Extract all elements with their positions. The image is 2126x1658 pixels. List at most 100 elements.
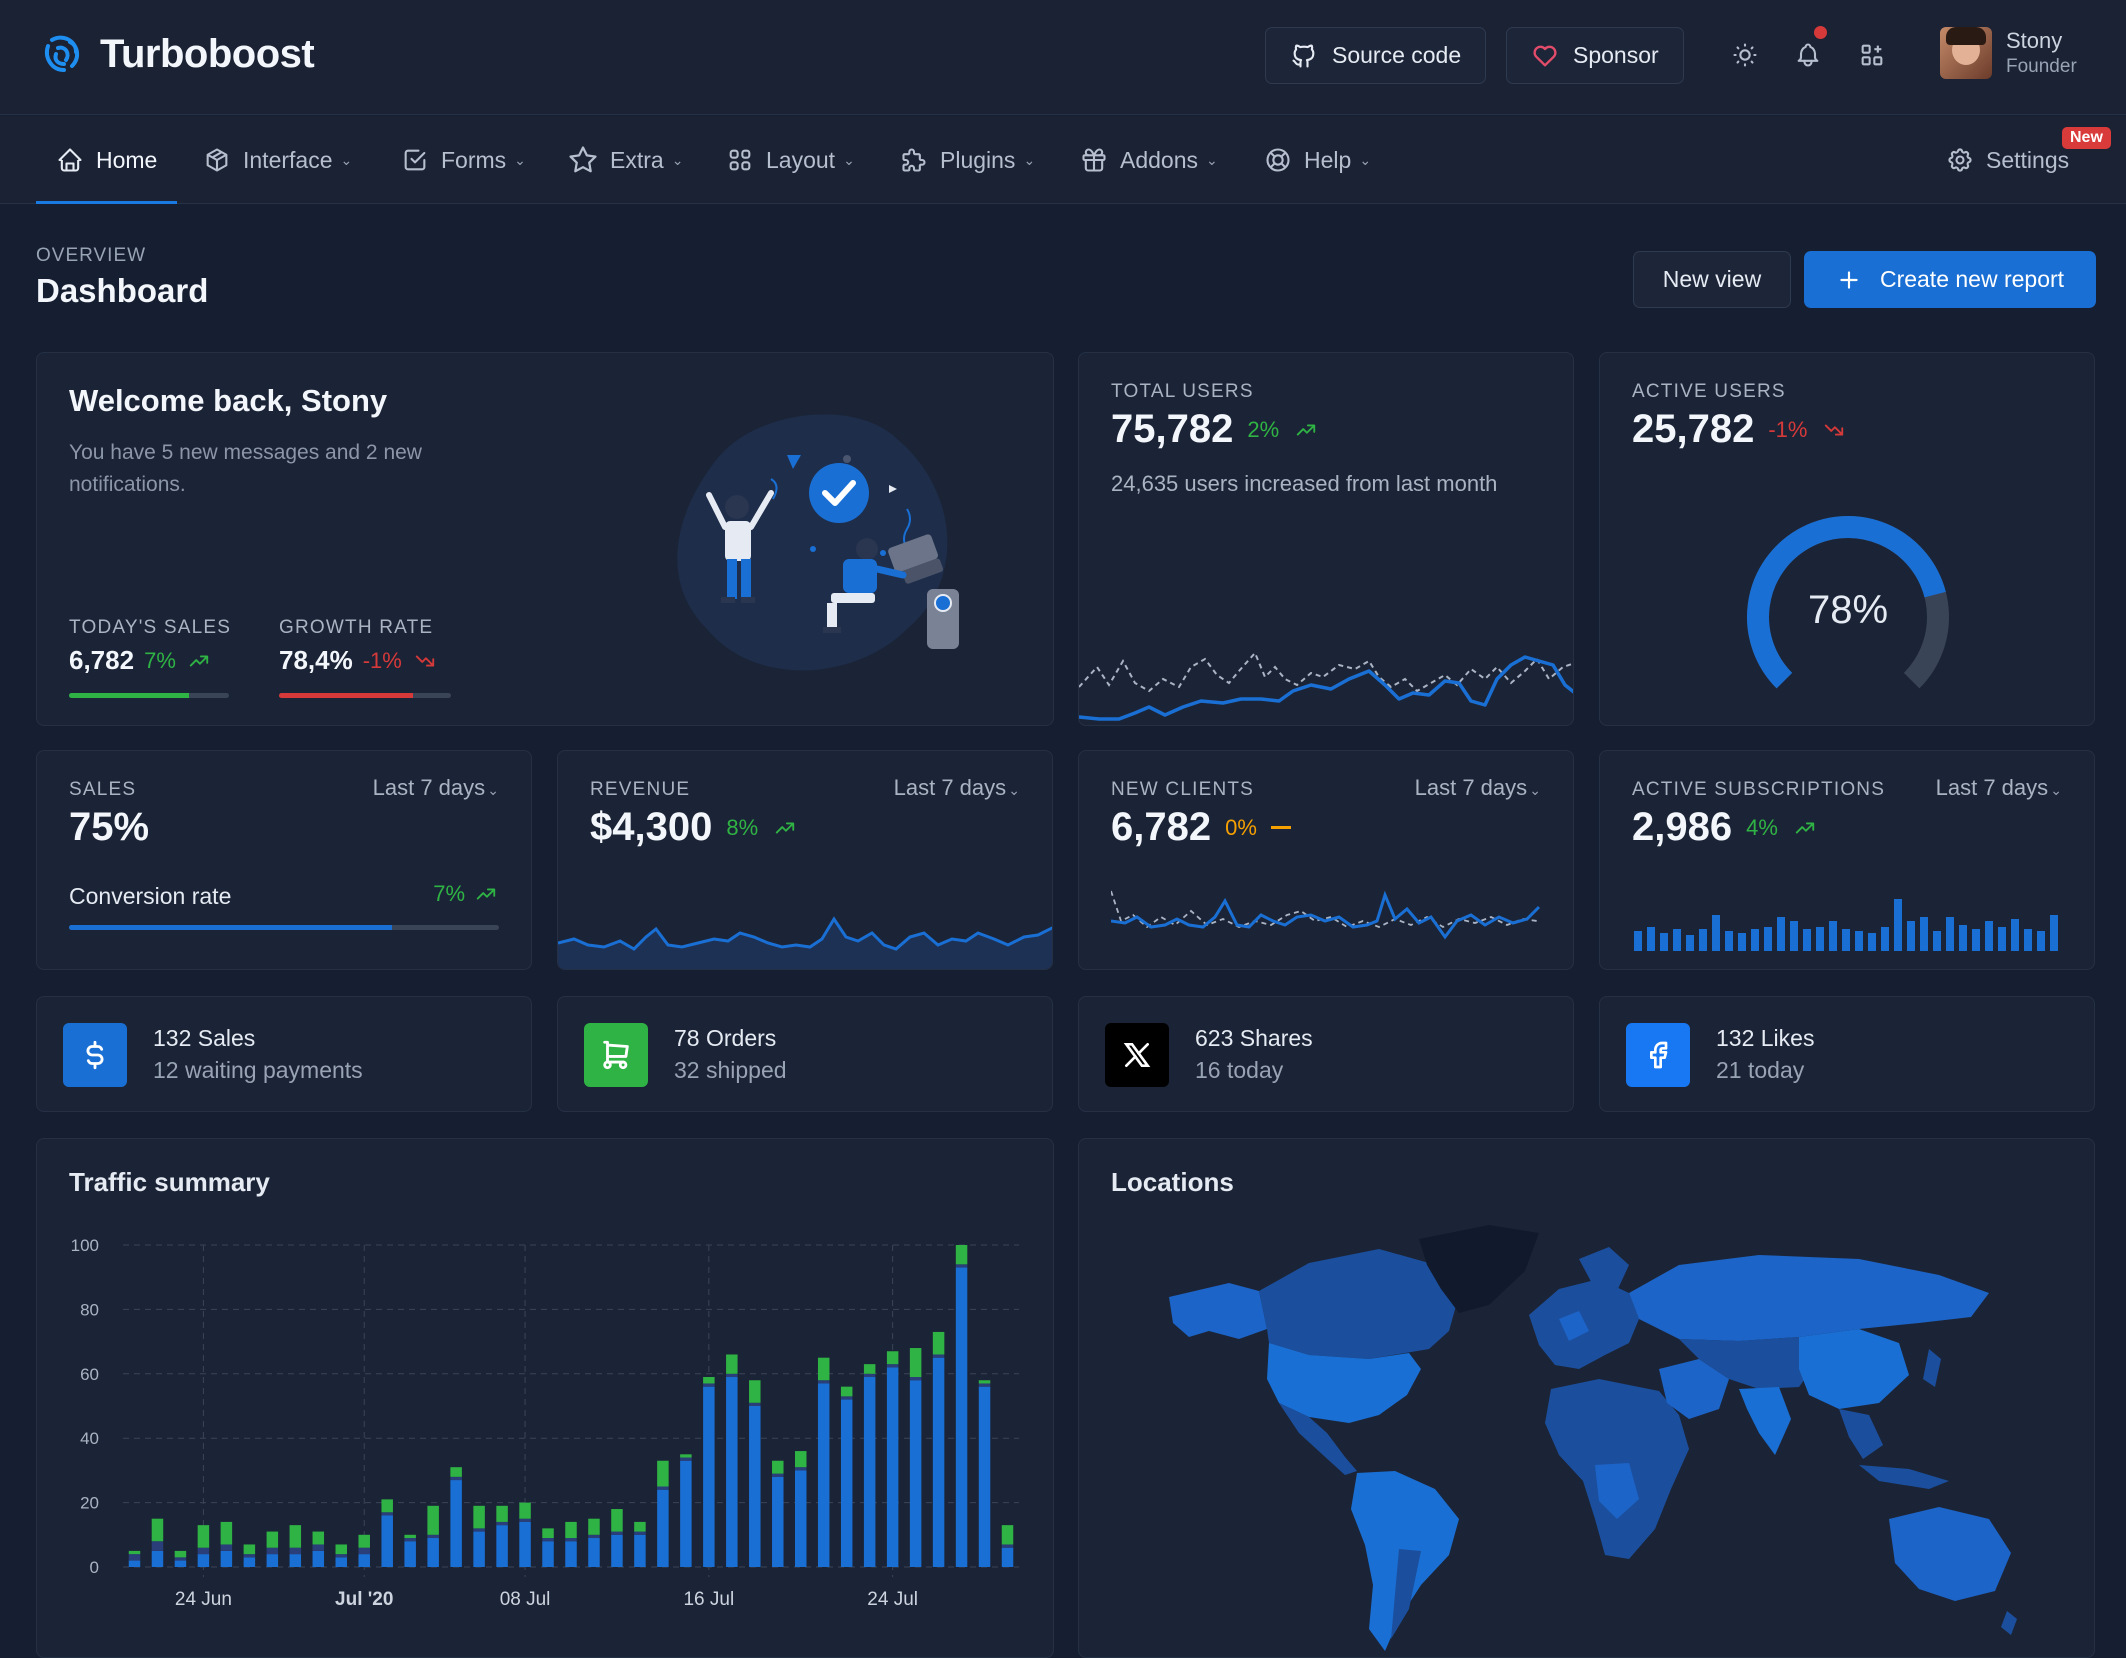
traffic-bar-segment[interactable] (795, 1467, 807, 1471)
traffic-bar-segment[interactable] (381, 1512, 393, 1516)
nav-item-help[interactable]: Help ⌄ (1264, 116, 1371, 204)
create-report-button[interactable]: Create new report (1804, 251, 2096, 308)
traffic-bar-segment[interactable] (473, 1531, 485, 1567)
traffic-bar-segment[interactable] (450, 1476, 462, 1481)
traffic-bar-segment[interactable] (289, 1554, 302, 1567)
traffic-bar-segment[interactable] (289, 1525, 302, 1548)
traffic-bar-segment[interactable] (289, 1547, 302, 1555)
traffic-bar-segment[interactable] (680, 1460, 692, 1567)
traffic-bar-segment[interactable] (220, 1521, 233, 1545)
traffic-bar-segment[interactable] (243, 1554, 256, 1558)
traffic-bar-segment[interactable] (542, 1528, 554, 1539)
traffic-bar-segment[interactable] (427, 1505, 439, 1535)
traffic-bar-segment[interactable] (978, 1380, 991, 1384)
traffic-bar-segment[interactable] (427, 1534, 439, 1539)
nav-item-addons[interactable]: Addons ⌄ (1080, 116, 1218, 204)
traffic-bar-segment[interactable] (749, 1406, 761, 1567)
nav-item-home[interactable]: Home (35, 116, 178, 204)
traffic-bar-segment[interactable] (634, 1521, 646, 1532)
traffic-bar-segment[interactable] (151, 1550, 164, 1567)
source-code-button[interactable]: Source code (1265, 27, 1487, 84)
traffic-bar-segment[interactable] (404, 1534, 416, 1539)
traffic-bar-segment[interactable] (128, 1560, 141, 1567)
notifications-button[interactable] (1789, 26, 1827, 74)
traffic-bar-segment[interactable] (634, 1531, 646, 1535)
nav-item-interface[interactable]: Interface ⌄ (203, 116, 352, 204)
traffic-bar-segment[interactable] (840, 1396, 853, 1400)
traffic-bar-segment[interactable] (243, 1557, 256, 1567)
traffic-bar-segment[interactable] (634, 1534, 646, 1567)
traffic-bar-segment[interactable] (611, 1531, 623, 1535)
traffic-bar-segment[interactable] (657, 1486, 669, 1490)
traffic-bar-segment[interactable] (473, 1505, 485, 1529)
traffic-bar-segment[interactable] (863, 1364, 876, 1374)
traffic-bar-segment[interactable] (657, 1460, 669, 1487)
traffic-bar-segment[interactable] (151, 1541, 164, 1551)
traffic-bar-segment[interactable] (266, 1531, 279, 1548)
nav-item-extra[interactable]: Extra ⌄ (568, 116, 683, 204)
stat-card-sales[interactable]: 132 Sales 12 waiting payments (36, 996, 532, 1112)
traffic-bar-segment[interactable] (772, 1476, 784, 1567)
stat-card-shares[interactable]: 623 Shares 16 today (1078, 996, 1574, 1112)
traffic-bar-segment[interactable] (909, 1348, 922, 1378)
traffic-bar-segment[interactable] (772, 1473, 784, 1477)
traffic-bar-segment[interactable] (909, 1377, 922, 1381)
subscriptions-range-dropdown[interactable]: Last 7 days ⌄ (1936, 775, 2062, 801)
traffic-bar-segment[interactable] (519, 1521, 531, 1567)
traffic-bar-segment[interactable] (817, 1383, 830, 1567)
traffic-bar-segment[interactable] (886, 1351, 899, 1365)
traffic-bar-segment[interactable] (473, 1528, 485, 1532)
user-menu[interactable]: Stony Founder (1940, 27, 2077, 79)
traffic-bar-segment[interactable] (703, 1383, 715, 1387)
traffic-bar-segment[interactable] (680, 1457, 692, 1461)
traffic-bar-segment[interactable] (542, 1541, 554, 1567)
traffic-bar-segment[interactable] (657, 1489, 669, 1567)
traffic-bar-segment[interactable] (955, 1245, 968, 1265)
traffic-bar-segment[interactable] (749, 1402, 761, 1406)
traffic-bar-segment[interactable] (955, 1264, 968, 1268)
traffic-bar-segment[interactable] (358, 1554, 370, 1567)
traffic-bar-segment[interactable] (749, 1380, 761, 1403)
theme-toggle-button[interactable] (1726, 36, 1764, 74)
traffic-bar-segment[interactable] (358, 1547, 370, 1555)
new-view-button[interactable]: New view (1633, 251, 1791, 308)
traffic-bar-segment[interactable] (335, 1544, 347, 1555)
traffic-bar-segment[interactable] (840, 1399, 853, 1567)
traffic-bar-segment[interactable] (1001, 1547, 1014, 1567)
traffic-bar-segment[interactable] (266, 1554, 279, 1567)
traffic-bar-segment[interactable] (703, 1386, 715, 1567)
traffic-bar-segment[interactable] (174, 1557, 187, 1561)
revenue-range-dropdown[interactable]: Last 7 days ⌄ (894, 775, 1020, 801)
traffic-bar-segment[interactable] (220, 1550, 233, 1567)
traffic-bar-segment[interactable] (496, 1521, 508, 1526)
traffic-bar-segment[interactable] (817, 1380, 830, 1384)
nav-item-layout[interactable]: Layout ⌄ (726, 116, 855, 204)
stat-card-orders[interactable]: 78 Orders 32 shipped (557, 996, 1053, 1112)
traffic-bar-segment[interactable] (450, 1480, 462, 1567)
apps-button[interactable] (1853, 36, 1891, 74)
traffic-bar-segment[interactable] (565, 1541, 577, 1567)
traffic-bar-segment[interactable] (381, 1515, 393, 1567)
traffic-bar-segment[interactable] (174, 1550, 187, 1558)
traffic-bar-segment[interactable] (726, 1373, 738, 1378)
traffic-bar-segment[interactable] (128, 1550, 141, 1555)
traffic-bar-segment[interactable] (542, 1538, 554, 1542)
traffic-bar-segment[interactable] (243, 1544, 256, 1555)
traffic-bar-segment[interactable] (726, 1377, 738, 1567)
traffic-bar-segment[interactable] (335, 1554, 347, 1558)
traffic-bar-segment[interactable] (886, 1367, 899, 1567)
traffic-bar-segment[interactable] (955, 1267, 968, 1567)
traffic-bar-segment[interactable] (565, 1538, 577, 1542)
traffic-bar-segment[interactable] (772, 1460, 784, 1474)
traffic-bar-segment[interactable] (519, 1502, 531, 1519)
traffic-bar-segment[interactable] (266, 1547, 279, 1555)
traffic-bar-segment[interactable] (335, 1557, 347, 1567)
traffic-bar-segment[interactable] (817, 1357, 830, 1381)
traffic-bar-segment[interactable] (932, 1357, 945, 1567)
traffic-bar-segment[interactable] (588, 1538, 600, 1567)
traffic-bar-segment[interactable] (1001, 1544, 1014, 1548)
traffic-bar-segment[interactable] (909, 1380, 922, 1567)
traffic-bar-segment[interactable] (978, 1386, 991, 1567)
nav-item-plugins[interactable]: Plugins ⌄ (900, 116, 1035, 204)
nav-item-forms[interactable]: Forms ⌄ (401, 116, 526, 204)
